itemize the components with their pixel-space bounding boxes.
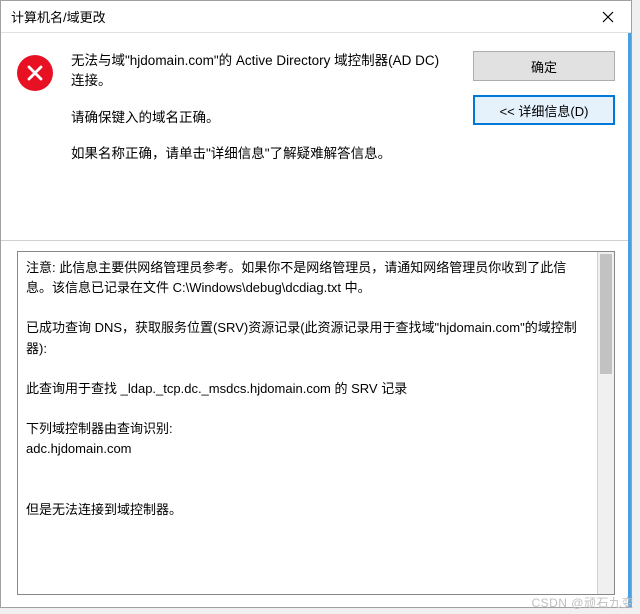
message-area: 无法与域"hjdomain.com"的 Active Directory 域控制… — [1, 33, 631, 190]
scrollbar-thumb[interactable] — [600, 254, 612, 374]
watermark: CSDN @顽石九变 — [531, 594, 634, 611]
accent-border — [628, 33, 631, 607]
message-column: 无法与域"hjdomain.com"的 Active Directory 域控制… — [71, 51, 459, 180]
error-line-3: 如果名称正确，请单击"详细信息"了解疑难解答信息。 — [71, 144, 451, 164]
details-text[interactable]: 注意: 此信息主要供网络管理员参考。如果你不是网络管理员，请通知网络管理员你收到… — [18, 252, 597, 594]
divider — [1, 240, 631, 241]
button-column: 确定 << 详细信息(D) — [473, 51, 615, 180]
error-icon — [17, 55, 53, 91]
icon-column — [17, 51, 57, 180]
details-panel: 注意: 此信息主要供网络管理员参考。如果你不是网络管理员，请通知网络管理员你收到… — [17, 251, 615, 595]
details-button[interactable]: << 详细信息(D) — [473, 95, 615, 125]
close-icon — [602, 11, 614, 23]
ok-button[interactable]: 确定 — [473, 51, 615, 81]
dialog-window: 计算机名/域更改 无法与域"hjdomain.com"的 Active Dire… — [0, 0, 632, 608]
window-title: 计算机名/域更改 — [11, 7, 585, 26]
titlebar: 计算机名/域更改 — [1, 1, 631, 33]
error-line-1: 无法与域"hjdomain.com"的 Active Directory 域控制… — [71, 51, 451, 92]
error-line-2: 请确保键入的域名正确。 — [71, 108, 451, 128]
scrollbar[interactable] — [597, 252, 614, 594]
close-button[interactable] — [585, 1, 631, 33]
